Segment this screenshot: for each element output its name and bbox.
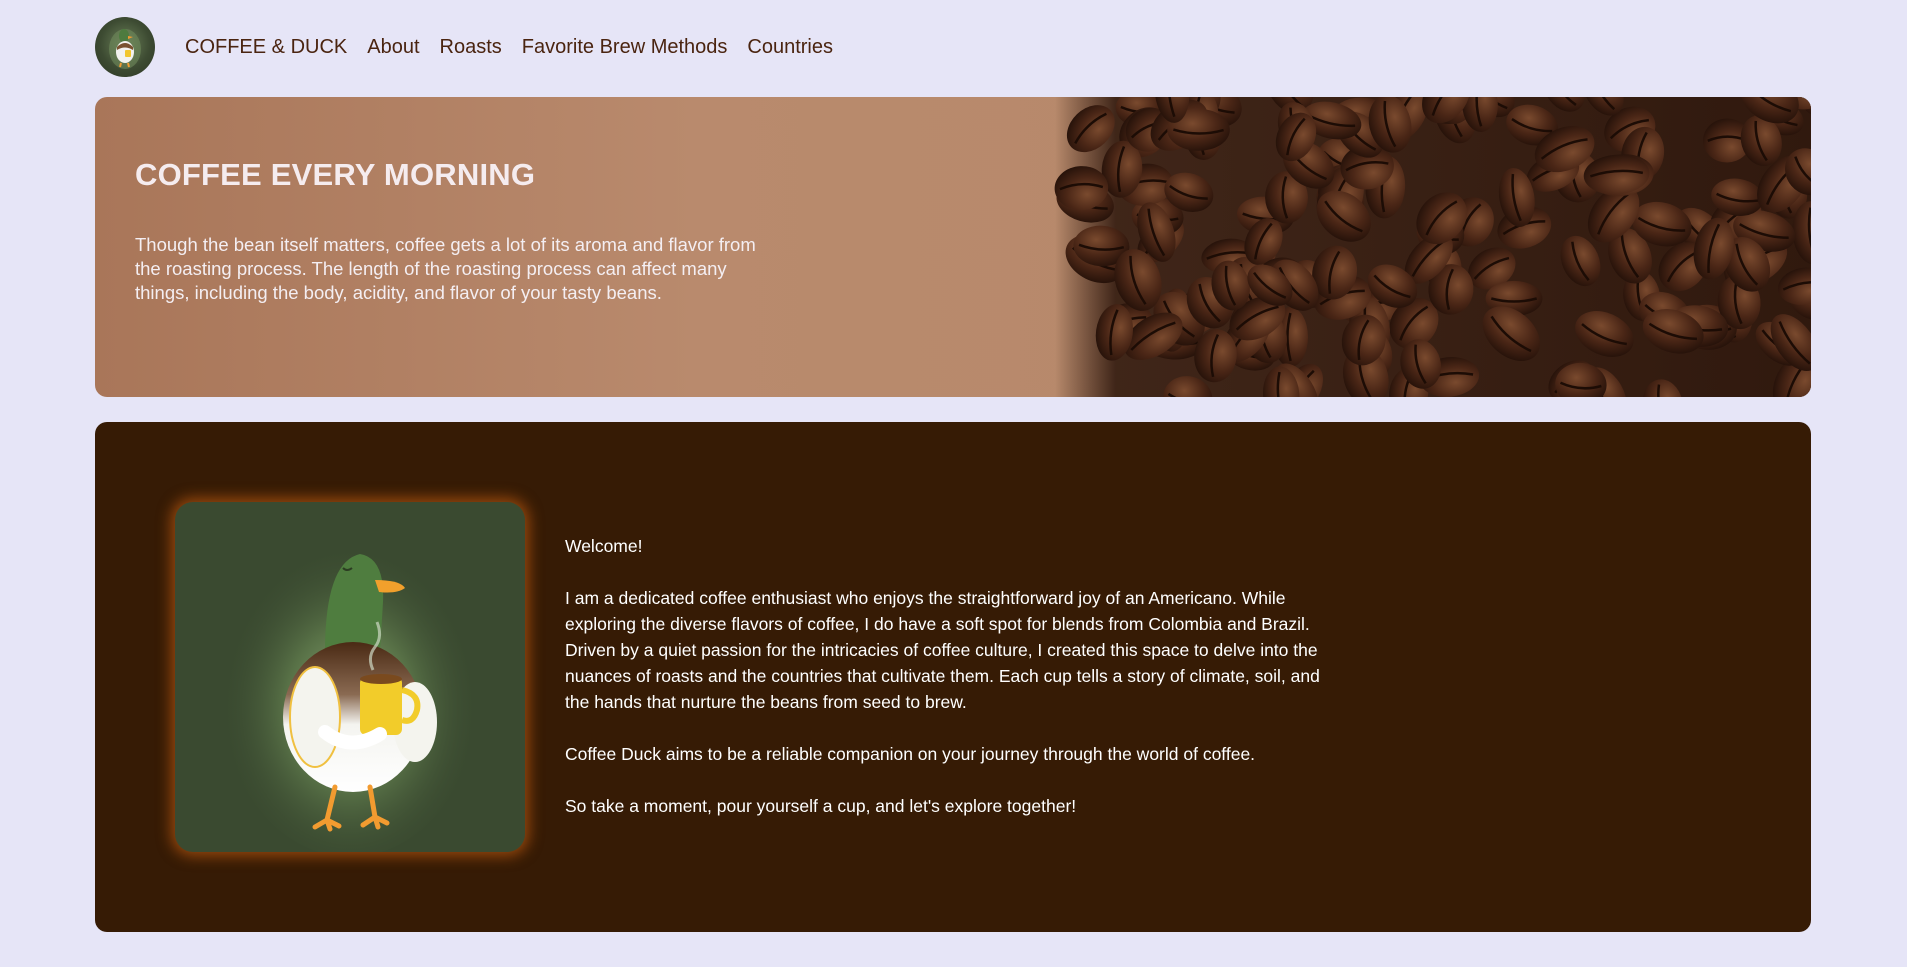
hero-title: COFFEE EVERY MORNING <box>135 157 536 192</box>
duck-illustration-card <box>175 502 525 852</box>
top-nav: COFFEE & DUCK About Roasts Favorite Brew… <box>95 17 833 77</box>
nav-link-brew-methods[interactable]: Favorite Brew Methods <box>522 36 728 59</box>
duck-logo-icon[interactable] <box>95 17 155 77</box>
welcome-greeting: Welcome! <box>565 536 643 556</box>
about-section: Welcome! I am a dedicated coffee enthusi… <box>95 422 1811 932</box>
nav-brand-link[interactable]: COFFEE & DUCK <box>185 36 347 59</box>
welcome-text-block: Welcome! I am a dedicated coffee enthusi… <box>565 533 1345 845</box>
nav-links: COFFEE & DUCK About Roasts Favorite Brew… <box>185 36 833 59</box>
about-paragraph-2: Coffee Duck aims to be a reliable compan… <box>565 744 1256 764</box>
nav-link-roasts[interactable]: Roasts <box>440 36 502 59</box>
about-paragraph-1: I am a dedicated coffee enthusiast who e… <box>565 588 1320 712</box>
duck-with-coffee-icon <box>220 527 480 852</box>
nav-link-countries[interactable]: Countries <box>747 36 833 59</box>
nav-link-about[interactable]: About <box>367 36 419 59</box>
about-paragraph-3: So take a moment, pour yourself a cup, a… <box>565 796 1077 816</box>
hero-banner: COFFEE EVERY MORNING Though the bean its… <box>95 97 1811 397</box>
hero-description: Though the bean itself matters, coffee g… <box>135 234 756 303</box>
